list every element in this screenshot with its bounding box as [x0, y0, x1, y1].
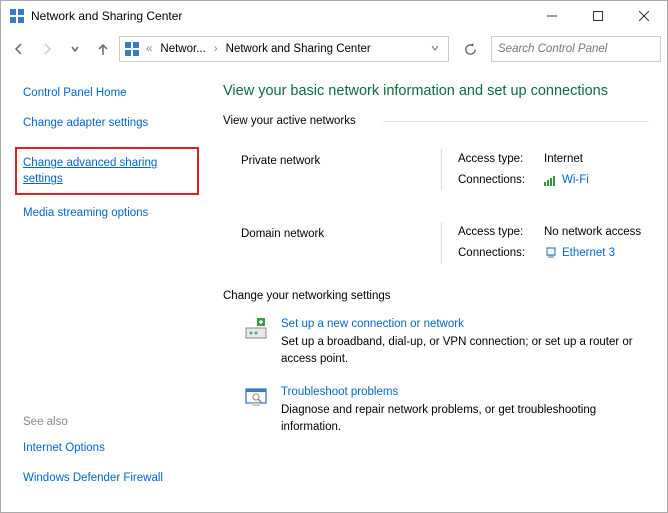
connection-name: Wi-Fi — [562, 170, 589, 191]
sidebar: Control Panel Home Change adapter settin… — [1, 67, 211, 512]
change-settings-section: Change your networking settings Set up a… — [223, 290, 649, 448]
setup-connection-item: Set up a new connection or network Set u… — [223, 312, 649, 380]
breadcrumb[interactable]: « Networ... › Network and Sharing Center — [119, 36, 449, 62]
breadcrumb-dropdown[interactable] — [430, 43, 444, 56]
troubleshoot-icon — [243, 384, 271, 412]
minimize-button[interactable] — [529, 1, 575, 31]
search-input[interactable] — [498, 43, 654, 55]
forward-button[interactable] — [35, 37, 59, 61]
breadcrumb-segment-2[interactable]: Network and Sharing Center — [222, 41, 375, 57]
network-row: Domain network Access type: No network a… — [223, 204, 649, 277]
sidebar-advanced-sharing[interactable]: Change advanced sharing settings — [23, 155, 191, 187]
access-type-label: Access type: — [458, 149, 544, 170]
see-also-label: See also — [23, 416, 203, 428]
maximize-button[interactable] — [575, 1, 621, 31]
access-type-value: Internet — [544, 149, 583, 170]
sidebar-home[interactable]: Control Panel Home — [23, 85, 203, 101]
breadcrumb-icon — [124, 41, 140, 57]
sidebar-firewall[interactable]: Windows Defender Firewall — [23, 470, 203, 486]
refresh-button[interactable] — [457, 36, 483, 62]
sidebar-adapter-settings[interactable]: Change adapter settings — [23, 115, 203, 131]
back-button[interactable] — [7, 37, 31, 61]
highlight-box: Change advanced sharing settings — [15, 147, 199, 195]
setup-connection-link[interactable]: Set up a new connection or network — [281, 316, 649, 333]
connection-link[interactable]: Wi-Fi — [544, 170, 589, 191]
ethernet-icon — [544, 246, 558, 260]
connections-label: Connections: — [458, 170, 544, 191]
network-row: Private network Access type: Internet Co… — [223, 131, 649, 204]
main-content: View your basic network information and … — [211, 67, 667, 512]
recent-dropdown[interactable] — [63, 37, 87, 61]
connections-label: Connections: — [458, 243, 544, 264]
up-button[interactable] — [91, 37, 115, 61]
wifi-icon — [544, 173, 558, 187]
network-name: Domain network — [241, 222, 441, 240]
app-icon — [9, 8, 25, 24]
close-button[interactable] — [621, 1, 667, 31]
setup-connection-desc: Set up a broadband, dial-up, or VPN conn… — [281, 334, 649, 367]
access-type-label: Access type: — [458, 222, 544, 243]
access-type-value: No network access — [544, 222, 641, 243]
troubleshoot-item: Troubleshoot problems Diagnose and repai… — [223, 380, 649, 448]
address-bar: « Networ... › Network and Sharing Center — [1, 31, 667, 67]
network-info: Access type: No network access Connectio… — [441, 222, 649, 263]
sidebar-internet-options[interactable]: Internet Options — [23, 440, 203, 456]
connection-name: Ethernet 3 — [562, 243, 615, 264]
chevron-right-icon[interactable]: › — [212, 43, 220, 55]
sidebar-media-streaming[interactable]: Media streaming options — [23, 205, 203, 221]
troubleshoot-desc: Diagnose and repair network problems, or… — [281, 402, 649, 435]
chevron-icon[interactable]: « — [144, 43, 154, 55]
change-settings-title: Change your networking settings — [223, 290, 649, 302]
page-heading: View your basic network information and … — [223, 83, 649, 99]
breadcrumb-segment-1[interactable]: Networ... — [156, 41, 209, 57]
connection-link[interactable]: Ethernet 3 — [544, 243, 615, 264]
window-title: Network and Sharing Center — [31, 9, 529, 23]
troubleshoot-link[interactable]: Troubleshoot problems — [281, 384, 649, 401]
active-networks-title: View your active networks — [223, 115, 649, 127]
search-box[interactable] — [491, 36, 661, 62]
network-name: Private network — [241, 149, 441, 167]
setup-connection-icon — [243, 316, 271, 344]
title-bar: Network and Sharing Center — [1, 1, 667, 31]
network-info: Access type: Internet Connections: Wi-Fi — [441, 149, 649, 190]
